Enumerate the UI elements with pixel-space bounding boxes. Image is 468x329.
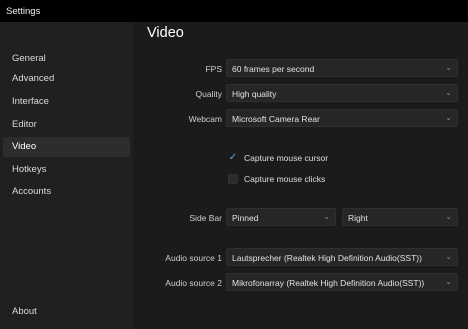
sidebar: General Advanced Interface Editor Video … (0, 22, 133, 329)
capture-clicks-label: Capture mouse clicks (244, 174, 326, 184)
webcam-label: Webcam (188, 114, 222, 124)
chevron-down-icon: ⌄ (445, 63, 452, 72)
audio-source-1-value: Lautsprecher (Realtek High Definition Au… (232, 253, 422, 263)
chevron-down-icon: ⌄ (445, 277, 452, 286)
capture-cursor-checkbox[interactable]: ✓ Capture mouse cursor (228, 153, 428, 165)
side-bar-position-select[interactable]: Right ⌄ (342, 208, 458, 226)
capture-cursor-label: Capture mouse cursor (244, 153, 329, 163)
webcam-select[interactable]: Microsoft Camera Rear ⌄ (226, 109, 458, 127)
sidebar-item-hotkeys[interactable]: Hotkeys (3, 160, 130, 180)
audio-source-2-select[interactable]: Mikrofonarray (Realtek High Definition A… (226, 273, 458, 291)
chevron-down-icon: ⌄ (445, 113, 452, 122)
sidebar-item-video[interactable]: Video (3, 137, 130, 157)
audio-source-2-value: Mikrofonarray (Realtek High Definition A… (232, 278, 425, 288)
window-title: Settings (6, 6, 41, 17)
checkmark-icon: ✓ (228, 152, 238, 163)
side-bar-mode-select[interactable]: Pinned ⌄ (226, 208, 336, 226)
audio-source-1-label: Audio source 1 (165, 253, 222, 263)
sidebar-item-advanced[interactable]: Advanced (3, 69, 130, 89)
side-bar-mode-value: Pinned (232, 213, 259, 223)
capture-clicks-checkbox[interactable]: Capture mouse clicks (228, 174, 428, 186)
sidebar-item-about[interactable]: About (3, 302, 130, 322)
sidebar-item-interface[interactable]: Interface (3, 92, 130, 112)
window-titlebar: Settings (0, 0, 468, 22)
sidebar-item-editor[interactable]: Editor (3, 115, 130, 135)
fps-label: FPS (205, 64, 222, 74)
sidebar-item-accounts[interactable]: Accounts (3, 182, 130, 202)
quality-value: High quality (232, 89, 277, 99)
webcam-value: Microsoft Camera Rear (232, 114, 320, 124)
chevron-down-icon: ⌄ (323, 212, 330, 221)
video-settings-panel: Video FPS 60 frames per second ⌄ Quality… (133, 22, 468, 329)
chevron-down-icon: ⌄ (445, 88, 452, 97)
quality-label: Quality (195, 89, 222, 99)
checkbox-box (228, 174, 238, 184)
fps-select[interactable]: 60 frames per second ⌄ (226, 59, 458, 77)
side-bar-label: Side Bar (189, 213, 222, 223)
quality-select[interactable]: High quality ⌄ (226, 84, 458, 102)
chevron-down-icon: ⌄ (445, 212, 452, 221)
page-title: Video (147, 25, 184, 41)
side-bar-position-value: Right (348, 213, 368, 223)
sidebar-item-general[interactable]: General (3, 49, 130, 69)
audio-source-1-select[interactable]: Lautsprecher (Realtek High Definition Au… (226, 248, 458, 266)
audio-source-2-label: Audio source 2 (165, 278, 222, 288)
chevron-down-icon: ⌄ (445, 252, 452, 261)
fps-value: 60 frames per second (232, 64, 315, 74)
